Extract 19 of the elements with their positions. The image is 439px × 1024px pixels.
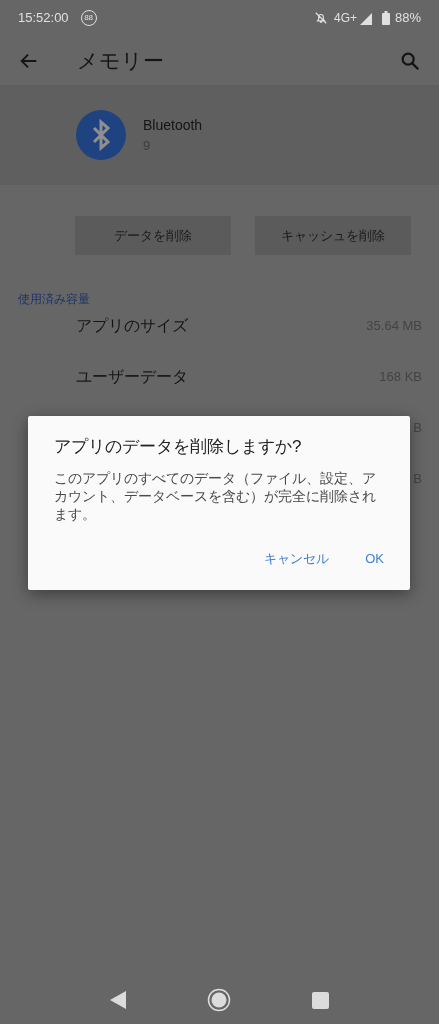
home-nav-icon[interactable] bbox=[207, 988, 231, 1012]
dialog-button[interactable]: キャンセル bbox=[256, 544, 338, 572]
app-name: Bluetooth bbox=[143, 115, 203, 135]
row-label: ユーザーデータ bbox=[76, 366, 188, 387]
page-title: メモリー bbox=[77, 47, 164, 74]
dialog-button[interactable]: OK bbox=[357, 544, 392, 572]
recents-nav-icon[interactable] bbox=[311, 991, 329, 1009]
battery-percent: 88% bbox=[394, 9, 421, 28]
section-title: 使用済み容量 bbox=[18, 291, 91, 308]
signal-icon bbox=[359, 11, 374, 25]
muted-bell-icon bbox=[313, 11, 328, 25]
back-nav-icon[interactable] bbox=[110, 991, 127, 1009]
dialog-message: このアプリのすべてのデータ（ファイル、設定、アカウント、データベースを含む）が完全に削除されます。 bbox=[54, 468, 377, 523]
dialog-title: アプリのデータを削除しますか? bbox=[54, 436, 303, 458]
bluetooth-icon bbox=[76, 110, 126, 160]
status-time: 15:52:00 bbox=[18, 9, 69, 28]
battery-icon bbox=[381, 11, 390, 25]
row-label: アプリのサイズ bbox=[76, 315, 188, 336]
network-type: 4G+ bbox=[333, 10, 357, 27]
